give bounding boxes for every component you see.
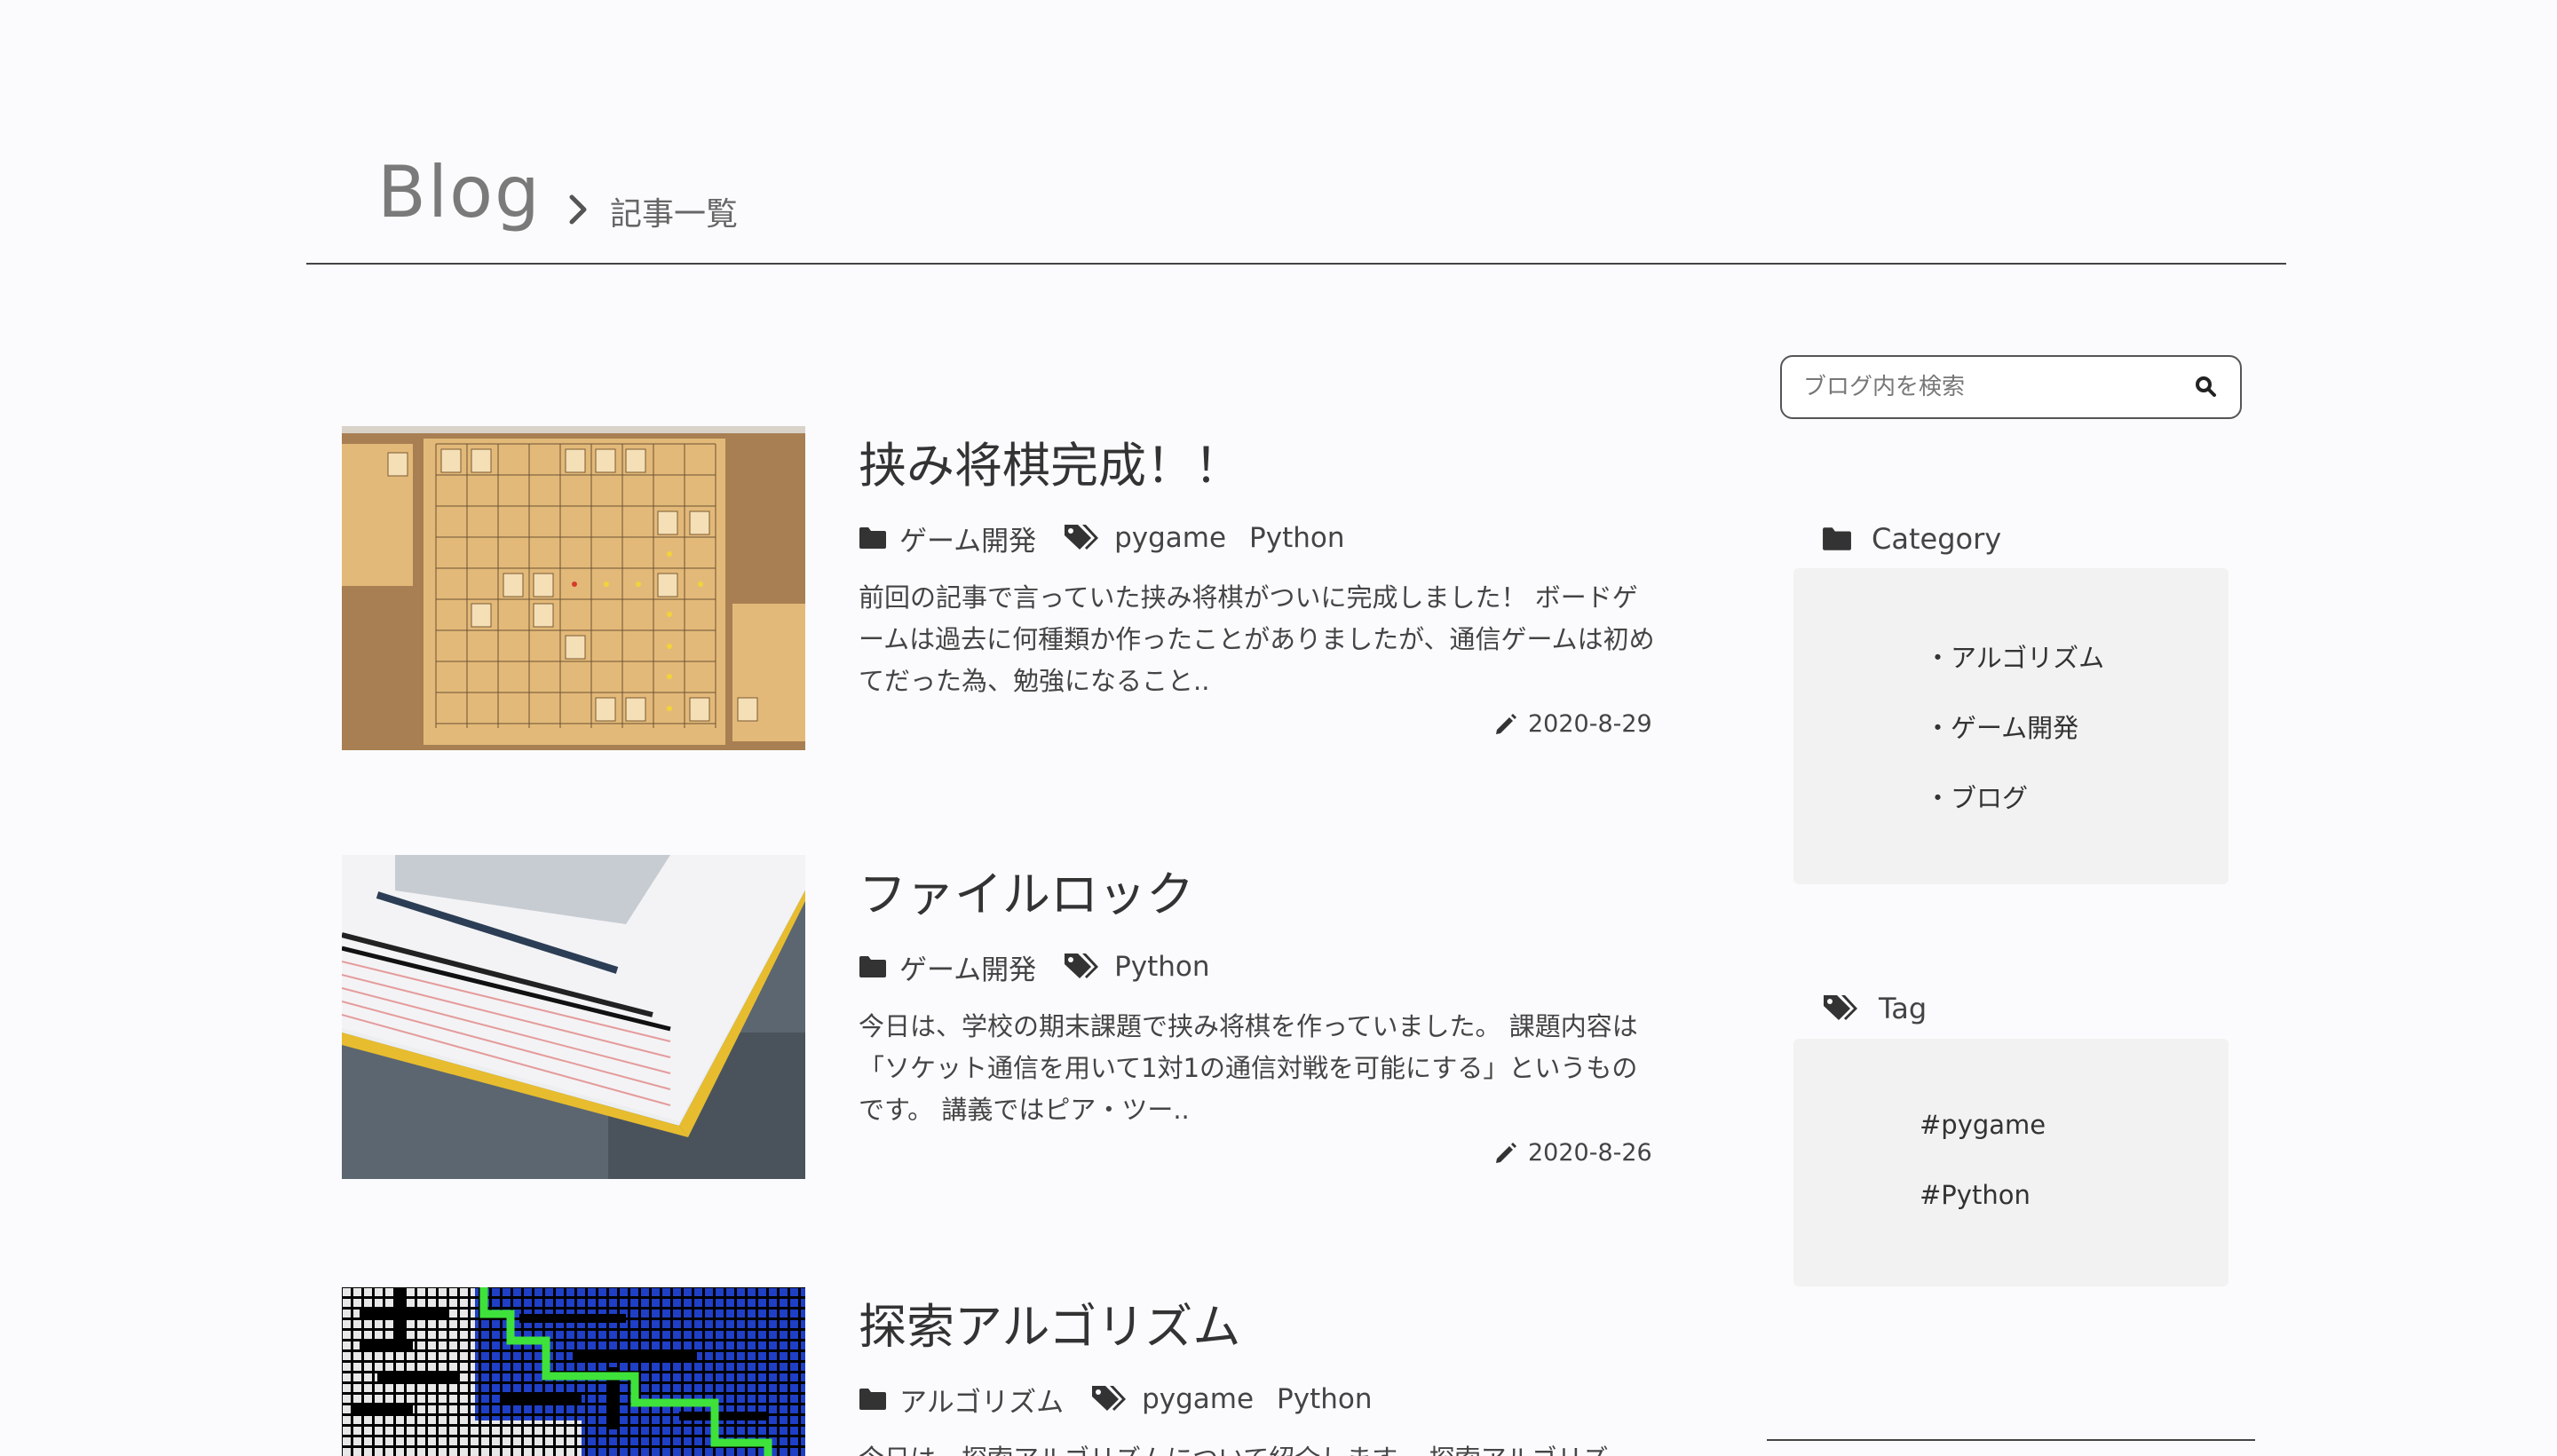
article-date-text: 2020-8-29 — [1528, 710, 1652, 738]
tag-list: #pygame #Python — [1793, 1039, 2228, 1286]
article-date-text: 2020-8-26 — [1528, 1139, 1652, 1167]
tag-item[interactable]: #pygame — [1920, 1110, 2046, 1140]
tags-icon — [1065, 954, 1099, 978]
page: Blog 記事一覧 挟み将棋完成！！ ゲーム開発 pygame Python 前… — [0, 0, 2557, 1456]
article-card[interactable]: 挟み将棋完成！！ ゲーム開発 pygame Python 前回の記事で言っていた… — [342, 426, 1674, 750]
category-item[interactable]: ・アルゴリズム — [1925, 637, 2104, 675]
article-excerpt: 今日は、探索アルゴリズムについて紹介します。 探索アルゴリズ — [859, 1438, 1658, 1456]
article-category[interactable]: アルゴリズム — [899, 1380, 1064, 1420]
article-meta: アルゴリズム pygame Python — [859, 1380, 1396, 1419]
blog-title[interactable]: Blog — [377, 151, 542, 233]
chevron-right-icon — [569, 194, 587, 225]
article-title[interactable]: ファイルロック — [859, 855, 1194, 925]
article-tag[interactable]: pygame — [1114, 522, 1226, 554]
folder-icon — [859, 956, 886, 977]
breadcrumb-current: 記事一覧 — [610, 196, 739, 233]
article-tag[interactable]: Python — [1114, 951, 1209, 983]
search-icon[interactable] — [2192, 373, 2221, 401]
article-meta: ゲーム開発 pygame Python — [859, 518, 1368, 558]
article-date: 2020-8-29 — [1494, 710, 1652, 738]
blog-search — [1780, 355, 2242, 419]
article-thumbnail-shogi[interactable] — [342, 426, 805, 750]
article-date: 2020-8-26 — [1494, 1139, 1652, 1167]
article-tag[interactable]: Python — [1277, 1383, 1372, 1415]
article-card[interactable]: 探索アルゴリズム アルゴリズム pygame Python 今日は、探索アルゴリ… — [342, 1287, 1674, 1456]
search-input[interactable] — [1801, 368, 2174, 407]
article-thumbnail-notebook[interactable] — [342, 855, 805, 1179]
shogi-board-image — [342, 426, 805, 750]
folder-icon — [859, 527, 886, 549]
category-item[interactable]: ・ブログ — [1925, 778, 2028, 815]
article-meta: ゲーム開発 Python — [859, 947, 1233, 986]
article-tag[interactable]: pygame — [1142, 1383, 1254, 1415]
folder-icon — [1823, 527, 1851, 550]
tag-heading-text: Tag — [1879, 992, 1928, 1025]
sidebar-divider — [1767, 1439, 2255, 1441]
folder-icon — [859, 1389, 886, 1410]
tags-icon — [1092, 1386, 1127, 1411]
tags-icon — [1824, 995, 1857, 1020]
article-tag[interactable]: Python — [1249, 522, 1344, 554]
tag-heading: Tag — [1822, 992, 1927, 1025]
article-title[interactable]: 挟み将棋完成！！ — [859, 426, 1242, 496]
article-category[interactable]: ゲーム開発 — [899, 518, 1036, 558]
pencil-icon — [1496, 1142, 1516, 1163]
notebook-image — [342, 855, 805, 1179]
article-thumbnail-maze[interactable] — [342, 1287, 805, 1456]
category-heading: Category — [1822, 522, 2001, 556]
article-excerpt: 今日は、学校の期末課題で挟み将棋を作っていました。 課題内容は「ソケット通信を用… — [859, 1011, 1638, 1125]
pencil-icon — [1496, 713, 1516, 734]
category-list: ・アルゴリズム ・ゲーム開発 ・ブログ — [1793, 568, 2228, 884]
article-title[interactable]: 探索アルゴリズム — [859, 1287, 1240, 1357]
category-item[interactable]: ・ゲーム開発 — [1925, 708, 2078, 745]
article-card[interactable]: ファイルロック ゲーム開発 Python 今日は、学校の期末課題で挟み将棋を作っ… — [342, 855, 1674, 1179]
tags-icon — [1065, 525, 1099, 550]
maze-image — [342, 1287, 805, 1456]
page-header: Blog 記事一覧 — [306, 133, 2286, 265]
article-category[interactable]: ゲーム開発 — [899, 947, 1036, 987]
category-heading-text: Category — [1872, 522, 2002, 556]
article-excerpt: 前回の記事で言っていた挟み将棋がついに完成しました！ ボードゲームは過去に何種類… — [859, 582, 1655, 696]
tag-item[interactable]: #Python — [1920, 1180, 2031, 1210]
